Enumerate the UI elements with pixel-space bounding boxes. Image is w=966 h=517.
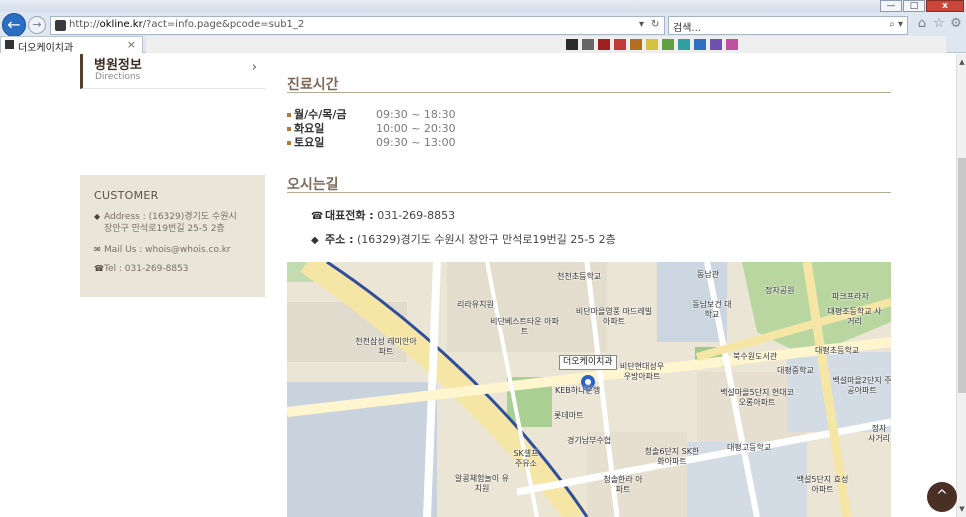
map-label: 롯데마트 (554, 411, 584, 420)
forward-button[interactable]: → (28, 16, 46, 34)
location-map[interactable]: 더오케이치과 천천초등학교 동남관 정자공원 파크프라자 리라유치원 비단베스트… (287, 262, 891, 517)
customer-mail: ✉ Mail Us : whois@whois.co.kr (94, 245, 231, 255)
tab-title: 더오케이치과 (18, 43, 74, 54)
map-label: 대평초등학교 사거리 (827, 307, 882, 326)
hours-row: 토요일 09:30 ~ 13:00 (287, 136, 456, 150)
map-label: 비단마을영풍 마드레빌아파트 (575, 307, 653, 326)
site-favicon-icon (55, 20, 66, 31)
customer-tel: ☎Tel : 031-269-8853 (94, 264, 189, 274)
scroll-to-top-button[interactable]: ^ (927, 482, 957, 512)
search-bar[interactable]: 검색... ⌕ ▾ (668, 16, 908, 35)
settings-gear-icon[interactable]: ⚙ (948, 16, 964, 32)
search-icon[interactable]: ⌕ ▾ (889, 19, 903, 30)
map-label: 천천삼성 레미안아파트 (355, 337, 417, 356)
close-tab-icon[interactable]: × (127, 38, 136, 51)
address-bar[interactable]: http://okline.kr/?act=info.page&pcode=su… (50, 16, 665, 35)
tab-favicon-icon (5, 40, 14, 49)
browser-tab[interactable]: 더오케이치과 × (0, 36, 143, 54)
color-swatch (694, 39, 706, 50)
map-label: 대평초등학교 (815, 346, 860, 355)
address-line: ◆ 주소 : (16329)경기도 수원시 장안구 만석로19번길 25-5 2층 (311, 233, 616, 246)
sidebar-menu-directions[interactable]: 병원정보 Directions › (80, 54, 265, 89)
map-label: SK셀프 주유소 (513, 449, 539, 468)
map-label: 비단베스트타운 아파트 (490, 317, 559, 336)
chevron-up-icon: ^ (936, 488, 948, 504)
map-label: 파크프라자 (832, 292, 869, 301)
dropdown-icon[interactable]: ▾ (639, 19, 644, 30)
color-swatch (662, 39, 674, 50)
minimize-button[interactable]: — (880, 0, 902, 12)
map-label: 정자 사거리 (867, 424, 891, 443)
color-swatch (710, 39, 722, 50)
hours-list: 월/수/목/금 09:30 ~ 18:30 화요일 10:00 ~ 20:30 토요… (287, 108, 456, 150)
map-label: 천천초등학교 (557, 272, 602, 281)
phone-line: ☎ 대표전화 : 031-269-8853 (311, 209, 456, 222)
address-url: http://okline.kr/?act=info.page&pcode=su… (69, 19, 305, 30)
window-title-strip (0, 0, 966, 12)
customer-info-box: CUSTOMER ◆ Address : (16329)경기도 수원시 장안구 만석… (80, 175, 265, 297)
map-label: 백설마을2단지 주공아파트 (832, 376, 891, 395)
scroll-up-icon[interactable]: ▲ (957, 56, 966, 68)
sidebar-subtitle: Directions (95, 72, 141, 82)
directions-title: 오시는길 (287, 177, 339, 193)
color-swatch (678, 39, 690, 50)
color-swatch (726, 39, 738, 50)
arrow-left-icon: ← (7, 15, 21, 34)
map-label: 동남보건 대학교 (692, 300, 732, 319)
hours-title: 진료시간 (287, 77, 339, 93)
home-icon[interactable]: ⌂ (914, 16, 930, 32)
map-label: 북수원도서관 (733, 352, 778, 361)
refresh-icon[interactable]: ↻ (651, 19, 659, 30)
sidebar-title: 병원정보 (94, 58, 142, 73)
map-label: 대평중학교 (777, 366, 814, 375)
vertical-scrollbar[interactable]: ▲ ▼ (956, 54, 966, 517)
scroll-down-icon[interactable]: ▼ (957, 503, 966, 515)
hours-row: 화요일 10:00 ~ 20:30 (287, 122, 456, 136)
map-label: 정자공원 (765, 286, 795, 295)
map-label: 청솔6단지 SK한화아파트 (644, 447, 700, 466)
customer-title: CUSTOMER (94, 189, 159, 202)
search-input[interactable]: 검색... (673, 19, 701, 34)
divider (287, 192, 891, 193)
close-window-button[interactable]: x (926, 0, 964, 12)
map-label: 백설마을5단지 현대코오롱아파트 (720, 388, 794, 407)
hours-row: 월/수/목/금 09:30 ~ 18:30 (287, 108, 456, 122)
color-swatch (646, 39, 658, 50)
clinic-map-label[interactable]: 더오케이치과 (559, 355, 617, 370)
scroll-thumb[interactable] (958, 158, 966, 393)
color-swatch (582, 39, 594, 50)
map-label: 알콩체험놀이 유치원 (454, 474, 510, 493)
browser-toolbar: — □ x ← → http://okline.kr/?act=info.pag… (0, 0, 966, 54)
map-label: 경기남부수협 (567, 436, 612, 445)
arrow-right-icon: → (32, 18, 42, 31)
chevron-right-icon: › (251, 60, 257, 75)
map-label: 백설5단지 효성아파트 (796, 475, 849, 494)
color-swatch (598, 39, 610, 50)
map-label: 대평고등학교 (727, 443, 772, 452)
map-label: 동남관 (697, 270, 720, 279)
color-swatch-strip (146, 36, 946, 53)
back-button[interactable]: ← (2, 13, 26, 37)
color-swatch (630, 39, 642, 50)
phone-icon: ☎ (311, 211, 324, 222)
envelope-icon: ✉ (94, 245, 101, 254)
favorites-icon[interactable]: ☆ (931, 16, 947, 32)
color-swatch (566, 39, 578, 50)
map-label: 청솔한라 아파트 (603, 475, 643, 494)
map-marker-icon: ◆ (311, 235, 319, 246)
phone-icon: ☎ (94, 264, 104, 273)
map-label: 비단현대성우 우방아파트 (619, 362, 665, 381)
maximize-button[interactable]: □ (903, 0, 925, 12)
map-label: KEB하나은행 (555, 386, 601, 395)
color-swatch (614, 39, 626, 50)
map-label: 리라유치원 (457, 300, 494, 309)
divider (287, 92, 891, 93)
map-marker-icon: ◆ (94, 212, 101, 221)
customer-address: ◆ Address : (16329)경기도 수원시 장안구 만석로19번길 25-… (94, 212, 237, 234)
